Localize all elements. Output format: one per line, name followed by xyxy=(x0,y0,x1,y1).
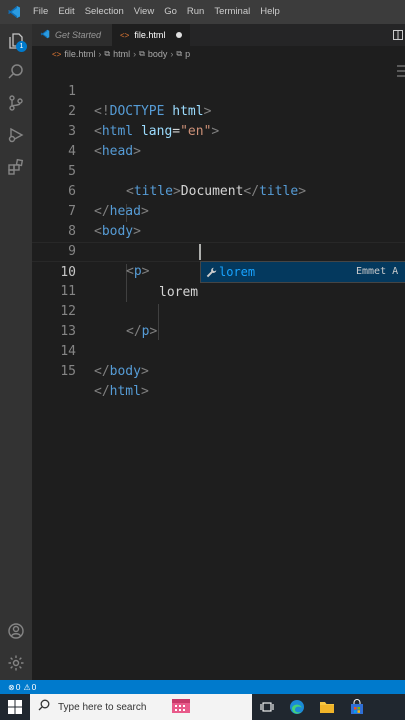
windows-start-icon[interactable] xyxy=(0,694,30,720)
search-icon xyxy=(38,698,50,716)
breadcrumb-item-p[interactable]: ⧉ p xyxy=(176,49,190,59)
menu-view[interactable]: View xyxy=(129,0,159,24)
text-cursor xyxy=(199,244,201,260)
html-file-icon: <> xyxy=(120,30,130,40)
code-line: 15 </html> xyxy=(32,342,405,399)
line-number: 15 xyxy=(60,364,76,379)
chevron-right-icon: › xyxy=(133,49,137,59)
breadcrumb: <> file.html › ⧉ html › ⧉ body › ⧉ p xyxy=(32,46,405,62)
element-icon: ⧉ xyxy=(104,49,111,58)
store-icon[interactable] xyxy=(342,694,372,720)
menu-file[interactable]: File xyxy=(28,0,53,24)
menu-terminal[interactable]: Terminal xyxy=(209,0,255,24)
breadcrumb-label: file.html xyxy=(64,49,96,59)
menu-selection[interactable]: Selection xyxy=(80,0,129,24)
warning-count: 0 xyxy=(31,682,37,692)
code-line-current: 10 lorem xyxy=(32,242,405,300)
code-line: 3 <head> xyxy=(32,102,405,159)
error-count: 0 xyxy=(15,682,21,692)
token: html xyxy=(109,384,141,399)
code-line: 8 xyxy=(32,202,405,239)
code-editor[interactable]: 1 <!DOCTYPE html> 2 <html lang="en"> 3 <… xyxy=(32,62,405,680)
code-line: 5 <title>Document</title> xyxy=(32,142,405,199)
warning-icon: ⚠ xyxy=(23,682,31,692)
tab-label: Get Started xyxy=(55,30,102,40)
run-debug-icon[interactable] xyxy=(0,120,32,150)
task-view-icon[interactable] xyxy=(252,694,282,720)
code-line: 4 xyxy=(32,122,405,159)
code-line: 14 </body> xyxy=(32,322,405,379)
search-icon[interactable] xyxy=(0,57,32,87)
element-icon: ⧉ xyxy=(176,49,183,58)
code-line: 1 <!DOCTYPE html> xyxy=(32,62,405,119)
manage-gear-icon[interactable] xyxy=(0,648,32,678)
split-editor-icon[interactable] xyxy=(391,24,405,46)
token: </ xyxy=(94,364,110,379)
breadcrumb-label: html xyxy=(113,49,131,59)
file-explorer-icon[interactable] xyxy=(312,694,342,720)
problems-indicator[interactable]: ⊗ 0 ⚠ 0 xyxy=(8,682,36,692)
wrench-icon xyxy=(203,267,219,278)
code-line: 13 xyxy=(32,302,405,339)
calendar-icon xyxy=(170,696,192,719)
edge-browser-icon[interactable] xyxy=(282,694,312,720)
status-bar: ⊗ 0 ⚠ 0 xyxy=(0,680,405,694)
code-line: 6 </head> xyxy=(32,162,405,219)
taskbar-search-box[interactable]: Type here to search xyxy=(30,694,252,720)
activity-bar: 1 xyxy=(0,24,32,680)
element-icon: ⧉ xyxy=(139,49,145,58)
breadcrumb-label: p xyxy=(185,49,191,59)
token: </ xyxy=(94,384,110,399)
suggestion-item-lorem[interactable]: lorem Emmet A xyxy=(201,262,405,282)
code-line: 12 </p> xyxy=(32,282,405,339)
menu-help[interactable]: Help xyxy=(255,0,285,24)
windows-taskbar: Type here to search xyxy=(0,694,405,720)
menu-run[interactable]: Run xyxy=(182,0,209,24)
search-placeholder: Type here to search xyxy=(58,701,147,713)
html-file-icon: <> xyxy=(52,49,62,59)
extensions-icon[interactable] xyxy=(0,152,32,182)
source-control-icon[interactable] xyxy=(0,88,32,118)
code-line: 9 <p> xyxy=(32,222,405,279)
suggest-widget: lorem Emmet A xyxy=(200,261,405,283)
explorer-icon[interactable]: 1 xyxy=(0,26,32,56)
breadcrumb-item-html[interactable]: ⧉ html xyxy=(104,49,130,59)
vscode-logo-icon xyxy=(0,0,28,24)
token: > xyxy=(140,364,149,379)
tab-file-html[interactable]: <> file.html xyxy=(112,24,190,46)
breadcrumb-label: body xyxy=(147,49,168,59)
menu-go[interactable]: Go xyxy=(159,0,182,24)
vscode-tab-icon xyxy=(40,29,50,41)
tab-label: file.html xyxy=(134,30,166,40)
token: body xyxy=(109,364,141,379)
tab-get-started[interactable]: Get Started xyxy=(32,24,112,46)
suggestion-label: lorem xyxy=(219,265,256,279)
menu-bar: File Edit Selection View Go Run Terminal… xyxy=(0,0,405,24)
breadcrumb-item-file[interactable]: <> file.html xyxy=(52,49,95,59)
error-icon: ⊗ xyxy=(8,682,15,692)
menu-edit[interactable]: Edit xyxy=(53,0,79,24)
code-line: 7 <body> xyxy=(32,182,405,239)
code-line: 2 <html lang="en"> xyxy=(32,82,405,139)
chevron-right-icon: › xyxy=(170,49,174,59)
account-icon[interactable] xyxy=(0,616,32,646)
explorer-badge: 1 xyxy=(16,41,27,52)
tab-bar: Get Started <> file.html xyxy=(32,24,405,46)
suggestion-detail: Emmet A xyxy=(356,266,399,277)
chevron-right-icon: › xyxy=(98,49,102,59)
unsaved-dot-icon[interactable] xyxy=(176,32,182,38)
breadcrumb-item-body[interactable]: ⧉ body xyxy=(139,49,167,59)
token: > xyxy=(140,384,149,399)
